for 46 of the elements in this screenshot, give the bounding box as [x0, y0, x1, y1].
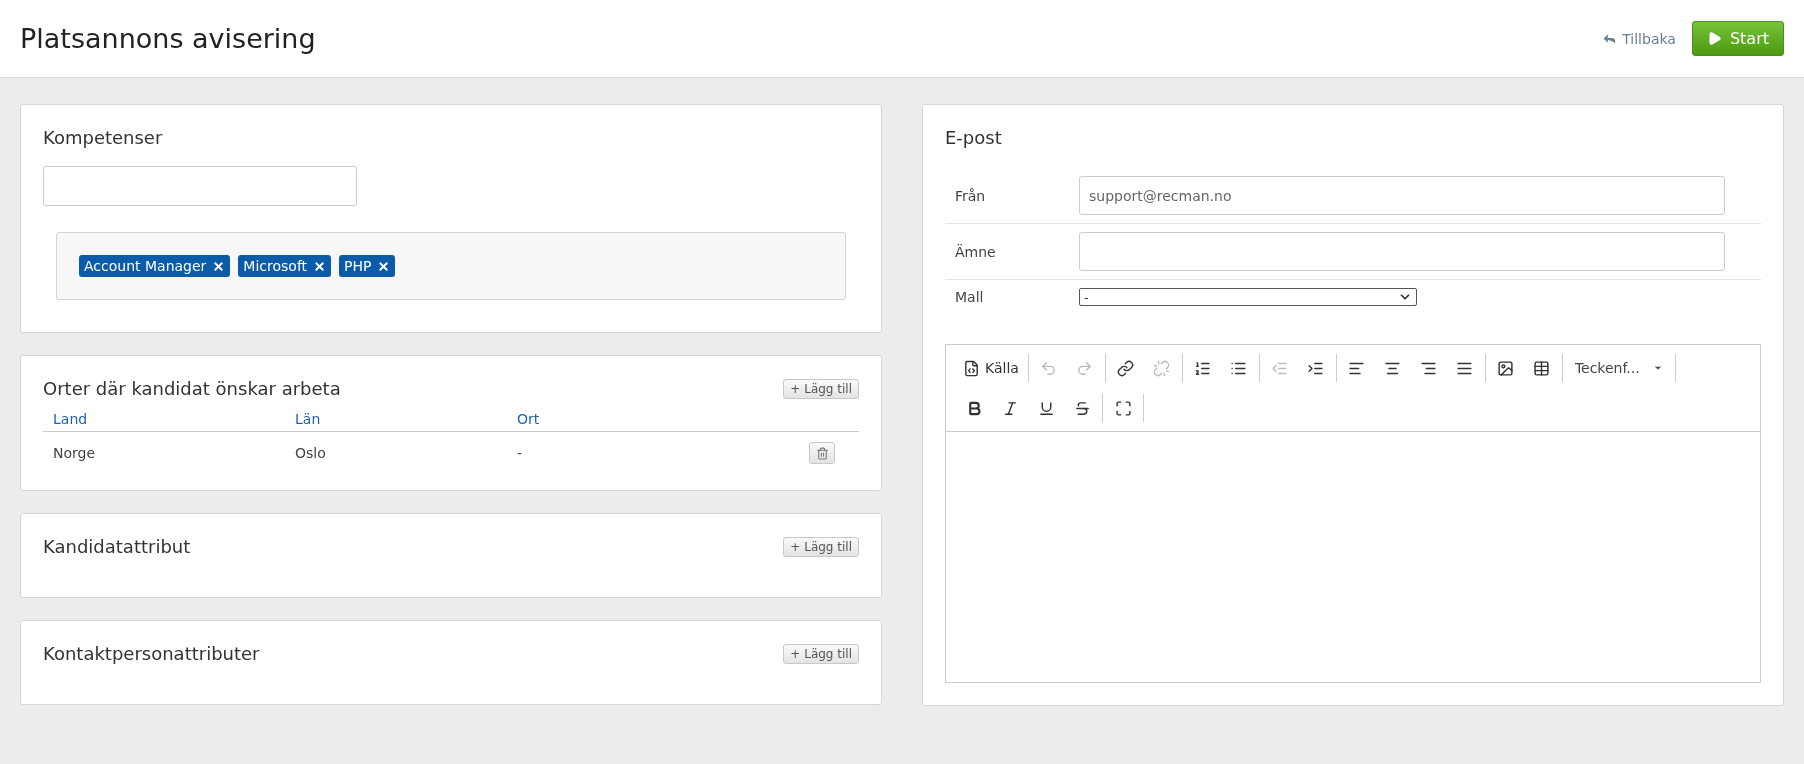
tag: Account Manager — [79, 255, 231, 277]
column-header: Län — [295, 411, 322, 427]
caret-icon — [1652, 363, 1663, 373]
template-select[interactable]: - — [1079, 288, 1417, 306]
card-title: Kompetenser — [43, 127, 164, 148]
link-icon — [1117, 359, 1135, 377]
tag: PHP — [339, 255, 396, 277]
source-button[interactable]: Källa — [960, 354, 1022, 382]
source-icon — [963, 359, 980, 377]
table-cell-text: Oslo — [295, 445, 327, 461]
back-link[interactable]: Tillbaka — [1602, 30, 1676, 47]
table-icon — [1533, 359, 1551, 377]
text-field[interactable]: support@recman.no — [1079, 176, 1725, 215]
table-cell-text: Norge — [53, 445, 97, 461]
column-header: Land — [53, 411, 89, 427]
table-cell-text: - — [517, 445, 524, 461]
add-button[interactable]: + Lägg till — [783, 536, 859, 557]
column-header: Ort — [517, 411, 541, 427]
image-icon — [1497, 359, 1515, 377]
trash-icon — [815, 446, 829, 460]
unlink-icon — [1153, 359, 1171, 377]
underline-icon — [1037, 399, 1055, 417]
redo-icon — [1076, 359, 1094, 377]
text-field[interactable] — [1079, 232, 1725, 271]
card-title: Kontaktpersonattributer — [43, 643, 260, 664]
strikethrough-icon — [1073, 399, 1091, 417]
tag: Microsoft — [238, 255, 332, 277]
remove-icon[interactable] — [212, 259, 226, 273]
card-title: Orter där kandidat önskar arbeta — [43, 378, 341, 399]
field-label: Från — [955, 187, 987, 204]
field-label: Ämne — [955, 243, 997, 260]
add-button[interactable]: + Lägg till — [783, 643, 859, 664]
competence-input[interactable] — [43, 166, 357, 206]
field-label: Mall — [955, 289, 985, 305]
undo-icon — [1040, 359, 1058, 377]
card-title: Kandidatattribut — [43, 536, 191, 557]
remove-icon[interactable] — [313, 259, 327, 273]
add-button[interactable]: + Lägg till — [783, 378, 859, 399]
remove-icon[interactable] — [377, 259, 391, 273]
numbered-list-icon — [1194, 359, 1212, 377]
play-icon — [1706, 31, 1722, 46]
maximize-icon — [1114, 399, 1132, 417]
page-title: Platsannons avisering — [20, 23, 317, 54]
font-dropdown[interactable]: Teckenf... — [1568, 354, 1669, 382]
card-title: E-post — [945, 127, 1003, 148]
delete-button[interactable] — [809, 442, 835, 464]
